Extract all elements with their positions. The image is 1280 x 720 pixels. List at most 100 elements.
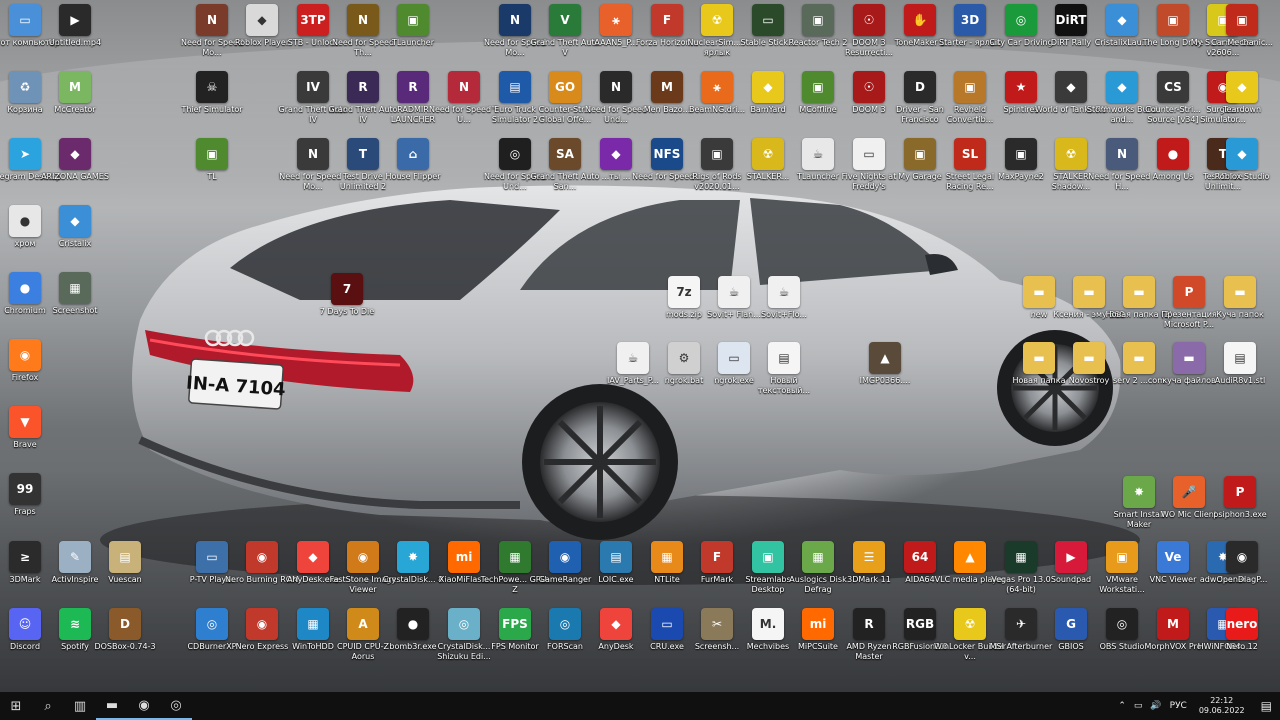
app-icon: D: [904, 71, 936, 103]
volume-icon[interactable]: 🔊: [1146, 701, 1165, 711]
app-icon: ◆: [1226, 71, 1258, 103]
app-icon: ⚹: [701, 71, 733, 103]
notifications-icon[interactable]: ▤: [1253, 699, 1280, 713]
app-icon: P: [1173, 276, 1205, 308]
app-icon: M: [59, 71, 91, 103]
desktop-icon[interactable]: 99 Fraps: [0, 473, 62, 539]
app-icon: CS: [1157, 71, 1189, 103]
desktop-icon[interactable]: ☕ Sovit+Flo...: [747, 276, 821, 342]
app-icon: ▲: [954, 541, 986, 573]
app-icon: R: [347, 71, 379, 103]
desktop[interactable]: IN-A 7104 ▭Этот компьютер♻Корзина➤Telegr…: [0, 0, 1280, 692]
desktop-icon[interactable]: 7 7 Days To Die: [310, 273, 384, 339]
app-icon: ◎: [499, 138, 531, 170]
app-icon: ◆: [1055, 71, 1087, 103]
app-icon: ▭: [718, 342, 750, 374]
obs-taskbar-item[interactable]: ◎: [160, 692, 192, 720]
desktop-icon[interactable]: ▤ Vuescan: [88, 541, 162, 607]
app-icon: ◆: [1106, 71, 1138, 103]
app-icon: ▣: [752, 541, 784, 573]
clock[interactable]: 22:12 09.06.2022: [1191, 696, 1253, 716]
desktop-icon-label: OpenDiagP...: [1216, 575, 1268, 584]
desktop-icon-label: Новый текстовый...: [757, 376, 811, 395]
app-icon: ≥: [9, 541, 41, 573]
app-icon: ▭: [651, 608, 683, 640]
app-icon: 7z: [668, 276, 700, 308]
app-icon: 64: [904, 541, 936, 573]
app-icon: mi: [802, 608, 834, 640]
app-icon: ◆: [246, 4, 278, 36]
app-icon: ▬: [1224, 276, 1256, 308]
app-icon: ➤: [9, 138, 41, 170]
desktop-icon[interactable]: ◉ OpenDiagP...: [1205, 541, 1279, 607]
desktop-icon[interactable]: ▶ Untitled.mp4: [38, 4, 112, 70]
desktop-icon[interactable]: ◆ Cristalix: [38, 205, 112, 271]
app-icon: 7: [331, 273, 363, 305]
app-icon: ◉: [246, 541, 278, 573]
app-icon: ▦: [297, 608, 329, 640]
app-icon: mi: [448, 541, 480, 573]
app-icon: ◆: [59, 205, 91, 237]
language-indicator[interactable]: РУС: [1166, 701, 1191, 711]
desktop-icon[interactable]: M McCreator: [38, 71, 112, 137]
app-icon: ✈: [1005, 608, 1037, 640]
desktop-icon[interactable]: ▦ Screenshot: [38, 272, 112, 338]
app-icon: ▭: [9, 4, 41, 36]
app-icon: N: [347, 4, 379, 36]
desktop-icon[interactable]: ▣ TL: [175, 138, 249, 204]
desktop-icon[interactable]: ◆ Teardown: [1205, 71, 1279, 137]
desktop-icon-label: TL: [207, 172, 217, 181]
desktop-icon[interactable]: ▼ Brave: [0, 406, 62, 472]
desktop-icon[interactable]: ▲ IMGP0366....: [848, 342, 922, 408]
app-icon: ▭: [853, 138, 885, 170]
task-view-button[interactable]: ▥: [64, 692, 96, 720]
desktop-icon[interactable]: ▬ Куча папок: [1203, 276, 1277, 342]
desktop-icon-label: Screenshot: [52, 306, 98, 315]
network-icon[interactable]: ▭: [1130, 701, 1147, 711]
desktop-icon[interactable]: ▤ AudiR8v1.stl: [1203, 342, 1277, 408]
app-icon: ▣: [397, 4, 429, 36]
app-icon: M.: [752, 608, 784, 640]
browser-taskbar-item[interactable]: ◉: [128, 692, 160, 720]
desktop-icon-label: Firefox: [11, 373, 39, 382]
desktop-icon[interactable]: ◉ Firefox: [0, 339, 62, 405]
app-icon: F: [701, 541, 733, 573]
desktop-icon-label: Nero 12: [1226, 642, 1258, 651]
desktop-icon[interactable]: ▤ Новый текстовый...: [747, 342, 821, 408]
app-icon: ▬: [1073, 276, 1105, 308]
app-icon: ▣: [1226, 4, 1258, 36]
desktop-icon-label: Vuescan: [108, 575, 142, 584]
desktop-icon[interactable]: ☠ Thief Simulator: [175, 71, 249, 137]
desktop-icon[interactable]: nero Nero 12: [1205, 608, 1279, 674]
desktop-icon-label: Untitled.mp4: [48, 38, 102, 47]
start-button[interactable]: ⊞: [0, 692, 32, 720]
desktop-icon-label: Brave: [13, 440, 37, 449]
desktop-icon[interactable]: ⌂ House Flipper: [376, 138, 450, 204]
app-icon: ▤: [768, 342, 800, 374]
app-icon: ☕: [768, 276, 800, 308]
app-icon: ◆: [600, 608, 632, 640]
desktop-icon-label: psiphon3.exe: [1213, 510, 1267, 519]
app-icon: ●: [9, 205, 41, 237]
desktop-icon[interactable]: ◆ Roblox Studio: [1205, 138, 1279, 204]
desktop-icon[interactable]: ▣ Car Mechanic...: [1205, 4, 1279, 70]
search-button[interactable]: ⌕: [32, 692, 64, 720]
desktop-icon[interactable]: D DOSBox-0.74-3: [88, 608, 162, 674]
app-icon: NFS: [651, 138, 683, 170]
desktop-icon[interactable]: ▣ TLauncher: [376, 4, 450, 70]
desktop-icon[interactable]: Ppsiphon3.exe: [1203, 476, 1277, 542]
desktop-icon-label: Car Mechanic...: [1211, 38, 1273, 47]
app-icon: ▣: [196, 138, 228, 170]
taskbar: ⊞ ⌕ ▥ ▬ ◉ ◎ ⌃ ▭ 🔊 РУС 22:12 09.06.2022 ▤: [0, 692, 1280, 720]
app-icon: ▤: [499, 71, 531, 103]
desktop-icon[interactable]: ◆ ARIZONA GAMES: [38, 138, 112, 204]
app-icon: IV: [297, 71, 329, 103]
explorer-taskbar-item[interactable]: ▬: [96, 692, 128, 720]
tray-chevron-icon[interactable]: ⌃: [1114, 701, 1130, 711]
desktop-icon-label: DOSBox-0.74-3: [94, 642, 156, 651]
desktop-icon-label: Cristalix: [58, 239, 92, 248]
app-icon: ☢: [752, 138, 784, 170]
app-icon: ✸: [1123, 476, 1155, 508]
app-icon: ☢: [701, 4, 733, 36]
app-icon: ◆: [1226, 138, 1258, 170]
